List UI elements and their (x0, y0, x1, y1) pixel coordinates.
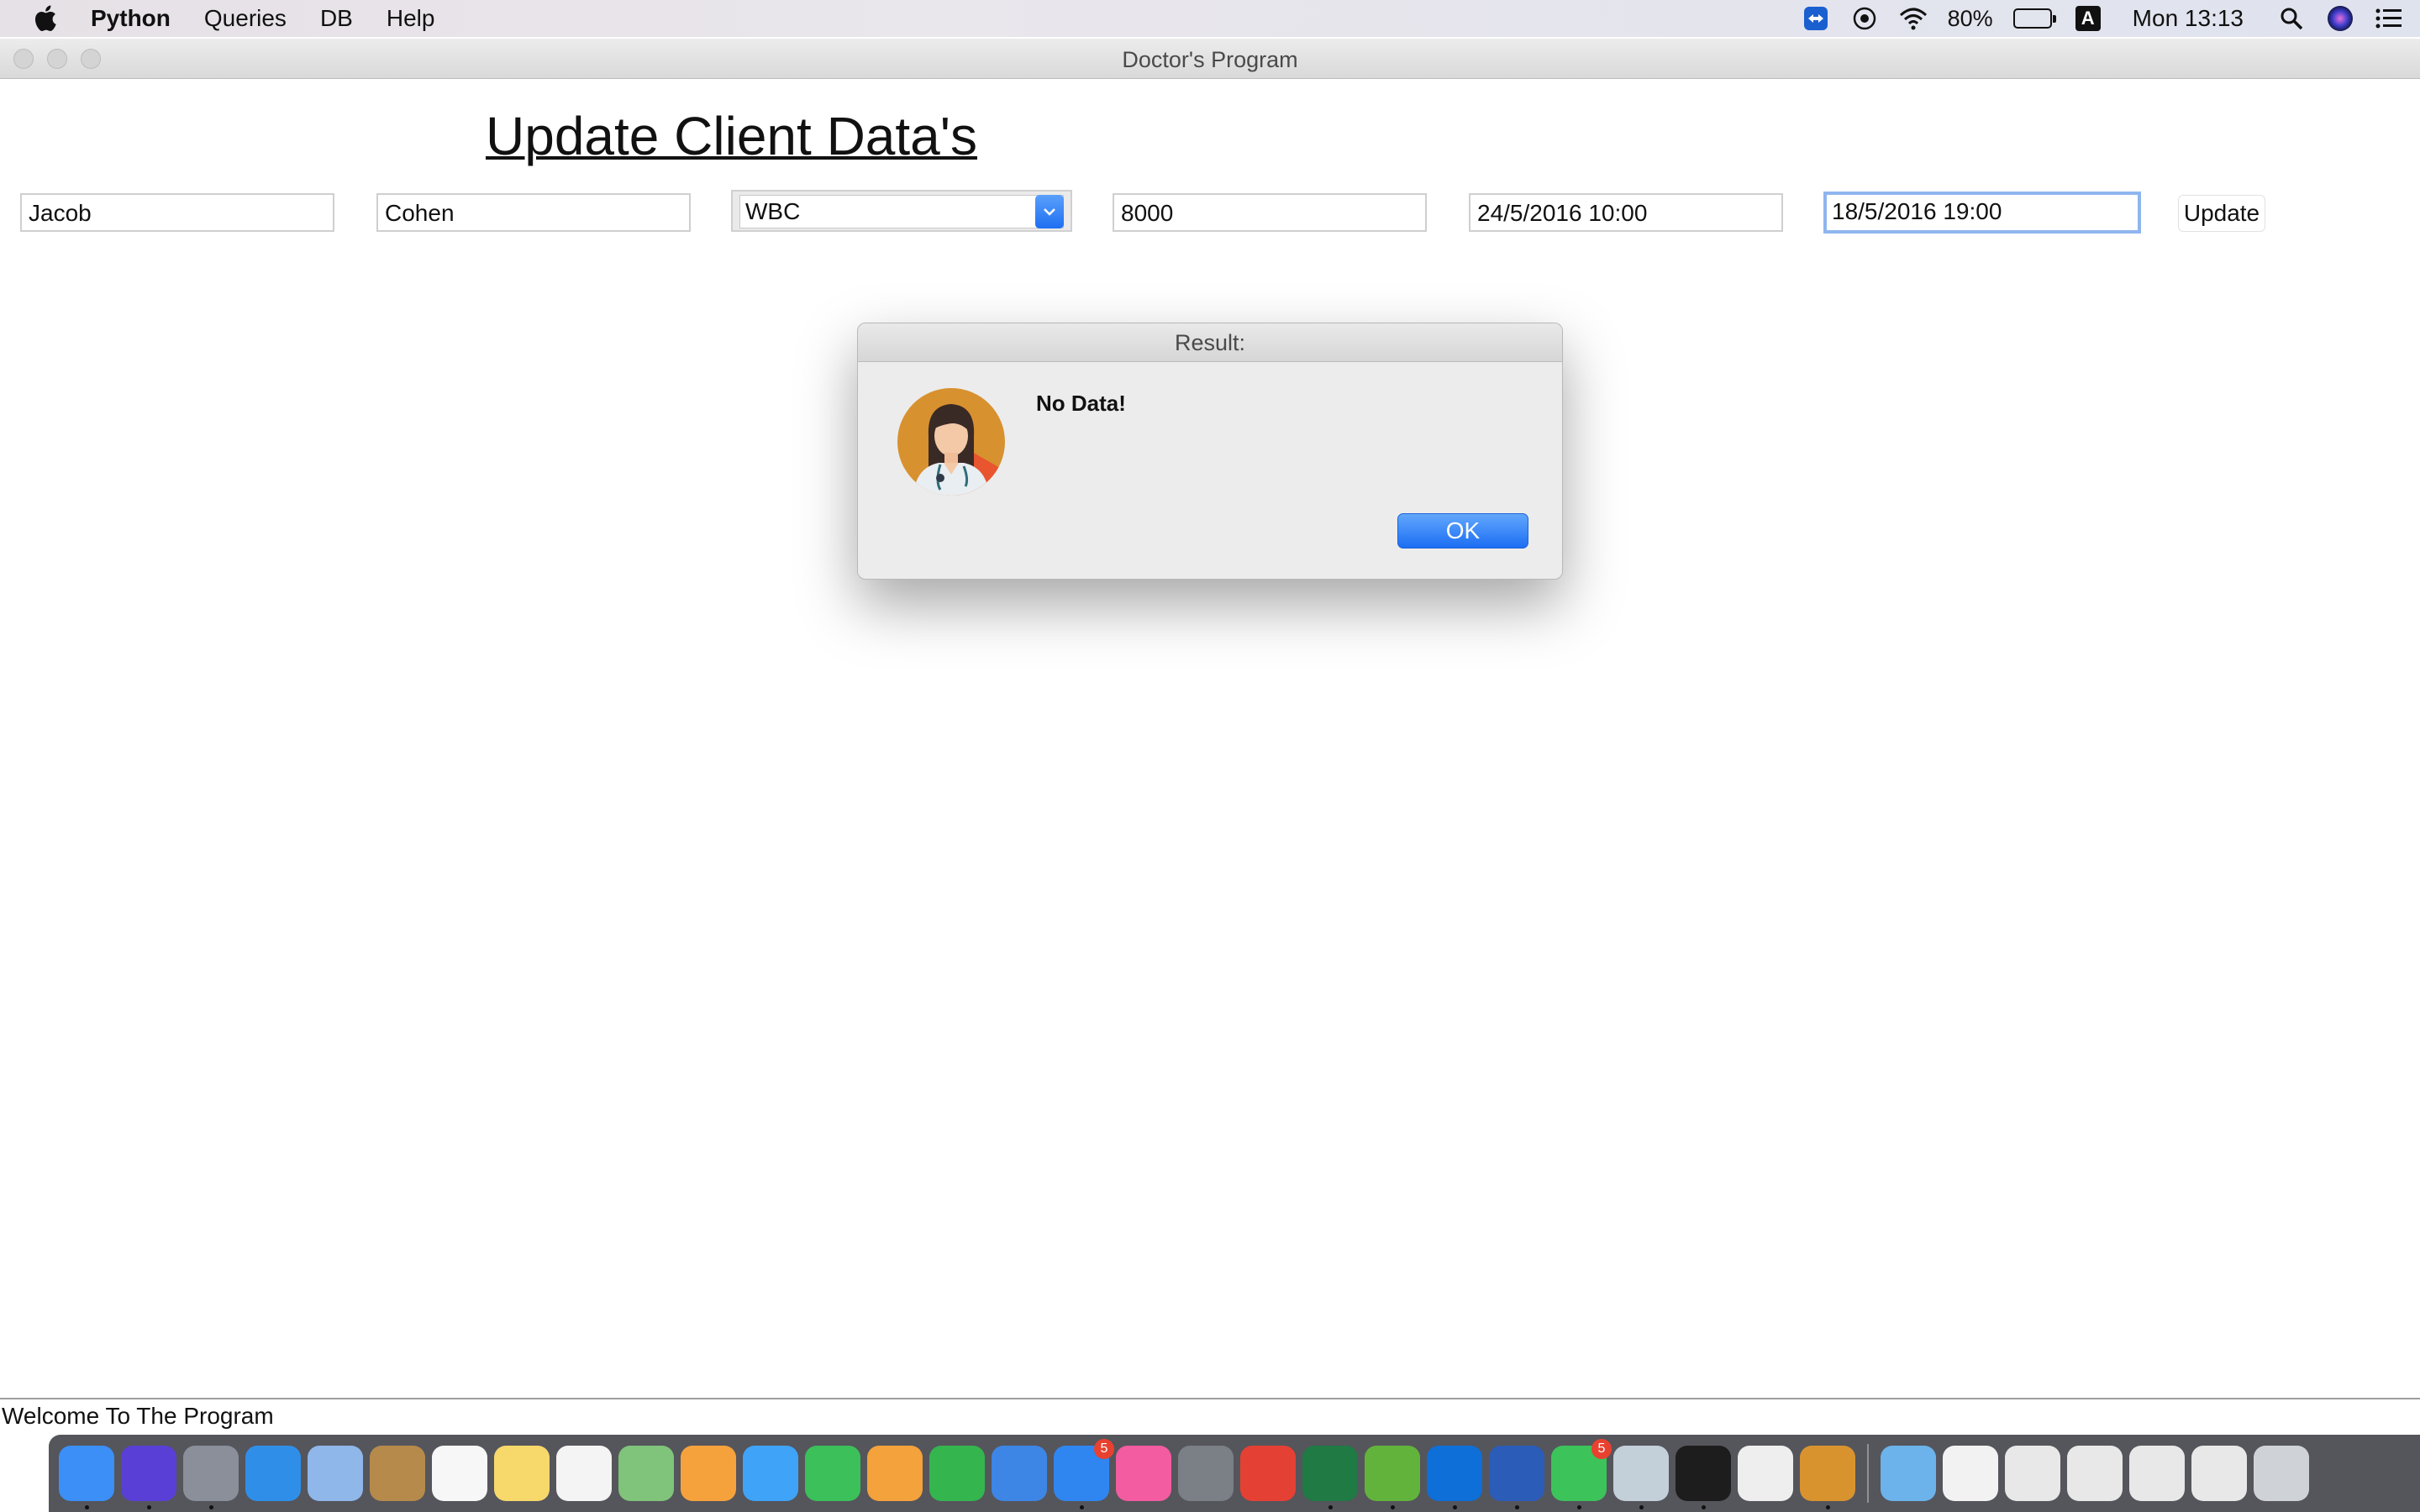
dialog-title: Result: (858, 323, 1562, 362)
value-field[interactable]: 8000 (1113, 193, 1427, 232)
menu-db[interactable]: DB (320, 5, 353, 32)
facetime-icon[interactable] (805, 1446, 860, 1501)
textedit-icon[interactable] (1738, 1446, 1793, 1501)
screenshot-icon[interactable] (2129, 1446, 2185, 1501)
status-bar: Welcome To The Program (0, 1398, 2420, 1433)
dialog-message: No Data! (1036, 391, 1126, 416)
ok-button[interactable]: OK (1397, 513, 1528, 549)
whatsapp-icon[interactable]: 5 (1551, 1439, 1612, 1509)
menu-queries[interactable]: Queries (204, 5, 287, 32)
keynote-icon[interactable] (992, 1446, 1047, 1501)
menu-clock[interactable]: Mon 13:13 (2133, 5, 2244, 32)
first-name-field[interactable]: Jacob (20, 193, 334, 232)
running-indicator (1639, 1505, 1644, 1509)
finder-icon[interactable] (59, 1446, 114, 1509)
itunes-icon[interactable] (1116, 1446, 1171, 1501)
utorrent-icon[interactable] (1365, 1446, 1420, 1509)
date-to-field[interactable]: 18/5/2016 19:00 (1823, 192, 2141, 234)
status-menus: 80% A Mon 13:13 (1802, 0, 2420, 37)
dock: 55 (49, 1435, 2420, 1512)
running-indicator (209, 1505, 213, 1509)
running-indicator (147, 1505, 151, 1509)
reminders-icon[interactable] (556, 1446, 612, 1501)
document-icon[interactable] (1943, 1446, 1998, 1501)
notification-center-icon[interactable] (2375, 4, 2403, 33)
safari-icon[interactable] (245, 1446, 301, 1501)
pycharm-icon[interactable] (1676, 1446, 1731, 1509)
app-store-icon[interactable]: 5 (1054, 1439, 1114, 1509)
folder-icon[interactable] (1881, 1446, 1936, 1501)
screenshot-icon[interactable] (2191, 1446, 2247, 1501)
siri-status-icon[interactable] (2326, 4, 2354, 33)
running-indicator (1453, 1505, 1457, 1509)
window-title-bar: Doctor's Program (0, 39, 2420, 79)
dock-separator (1867, 1444, 1869, 1503)
window-title: Doctor's Program (1122, 47, 1298, 72)
wifi-icon[interactable] (1899, 4, 1928, 33)
battery-percent: 80% (1947, 5, 1993, 31)
preview-icon[interactable] (1613, 1446, 1669, 1509)
word-icon[interactable] (1489, 1446, 1544, 1509)
calendar-icon[interactable] (432, 1446, 487, 1501)
screenshot-icon[interactable] (2005, 1446, 2060, 1501)
battery-icon[interactable] (2012, 8, 2056, 29)
teamviewer-icon[interactable] (1427, 1446, 1482, 1509)
notes-icon[interactable] (494, 1446, 550, 1501)
running-indicator (1328, 1505, 1333, 1509)
last-name-field[interactable]: Cohen (376, 193, 691, 232)
photos-icon[interactable] (681, 1446, 736, 1501)
apple-menu-icon[interactable] (32, 3, 62, 34)
chevron-down-icon[interactable] (1035, 195, 1064, 228)
spotlight-search-icon[interactable] (2277, 4, 2306, 33)
doctor-avatar-icon (897, 388, 1005, 496)
running-indicator (1515, 1505, 1519, 1509)
menu-app-name[interactable]: Python (91, 5, 171, 32)
window-content: Update Client Data's Jacob Cohen WBC 800… (0, 80, 2420, 1399)
screenshot-icon[interactable] (2067, 1446, 2123, 1501)
messages-icon[interactable] (743, 1446, 798, 1501)
notification-badge: 5 (1094, 1439, 1114, 1459)
excel-icon[interactable] (1302, 1446, 1358, 1509)
maps-icon[interactable] (618, 1446, 674, 1501)
pages-icon[interactable] (867, 1446, 923, 1501)
contacts-icon[interactable] (370, 1446, 425, 1501)
running-indicator (1391, 1505, 1395, 1509)
running-indicator (85, 1505, 89, 1509)
chrome-icon[interactable] (1240, 1446, 1296, 1501)
running-indicator (1826, 1505, 1830, 1509)
notification-badge: 5 (1591, 1439, 1612, 1459)
input-source-icon[interactable]: A (2075, 6, 2101, 31)
menu-help[interactable]: Help (387, 5, 435, 32)
numbers-icon[interactable] (929, 1446, 985, 1501)
siri-icon[interactable] (121, 1446, 176, 1509)
date-from-field[interactable]: 24/5/2016 10:00 (1469, 193, 1783, 232)
system-preferences-icon[interactable] (1178, 1446, 1234, 1501)
page-title: Update Client Data's (486, 106, 977, 166)
update-button[interactable]: Update (2178, 195, 2265, 232)
privacy-eye-icon[interactable] (1850, 4, 1879, 33)
trash-icon[interactable] (2254, 1446, 2309, 1501)
doctor-app-icon[interactable] (1800, 1446, 1855, 1509)
running-indicator (1577, 1505, 1581, 1509)
test-type-select[interactable]: WBC (731, 190, 1072, 232)
running-indicator (1702, 1505, 1706, 1509)
menu-bar: Python Queries DB Help 80% A Mon 13:13 (0, 0, 2420, 37)
teamviewer-status-icon[interactable] (1802, 4, 1830, 33)
launchpad-icon[interactable] (183, 1446, 239, 1509)
test-type-value[interactable]: WBC (739, 195, 1064, 228)
mail-icon[interactable] (308, 1446, 363, 1501)
result-dialog: Result: No Data! OK (857, 323, 1563, 580)
running-indicator (1080, 1505, 1084, 1509)
